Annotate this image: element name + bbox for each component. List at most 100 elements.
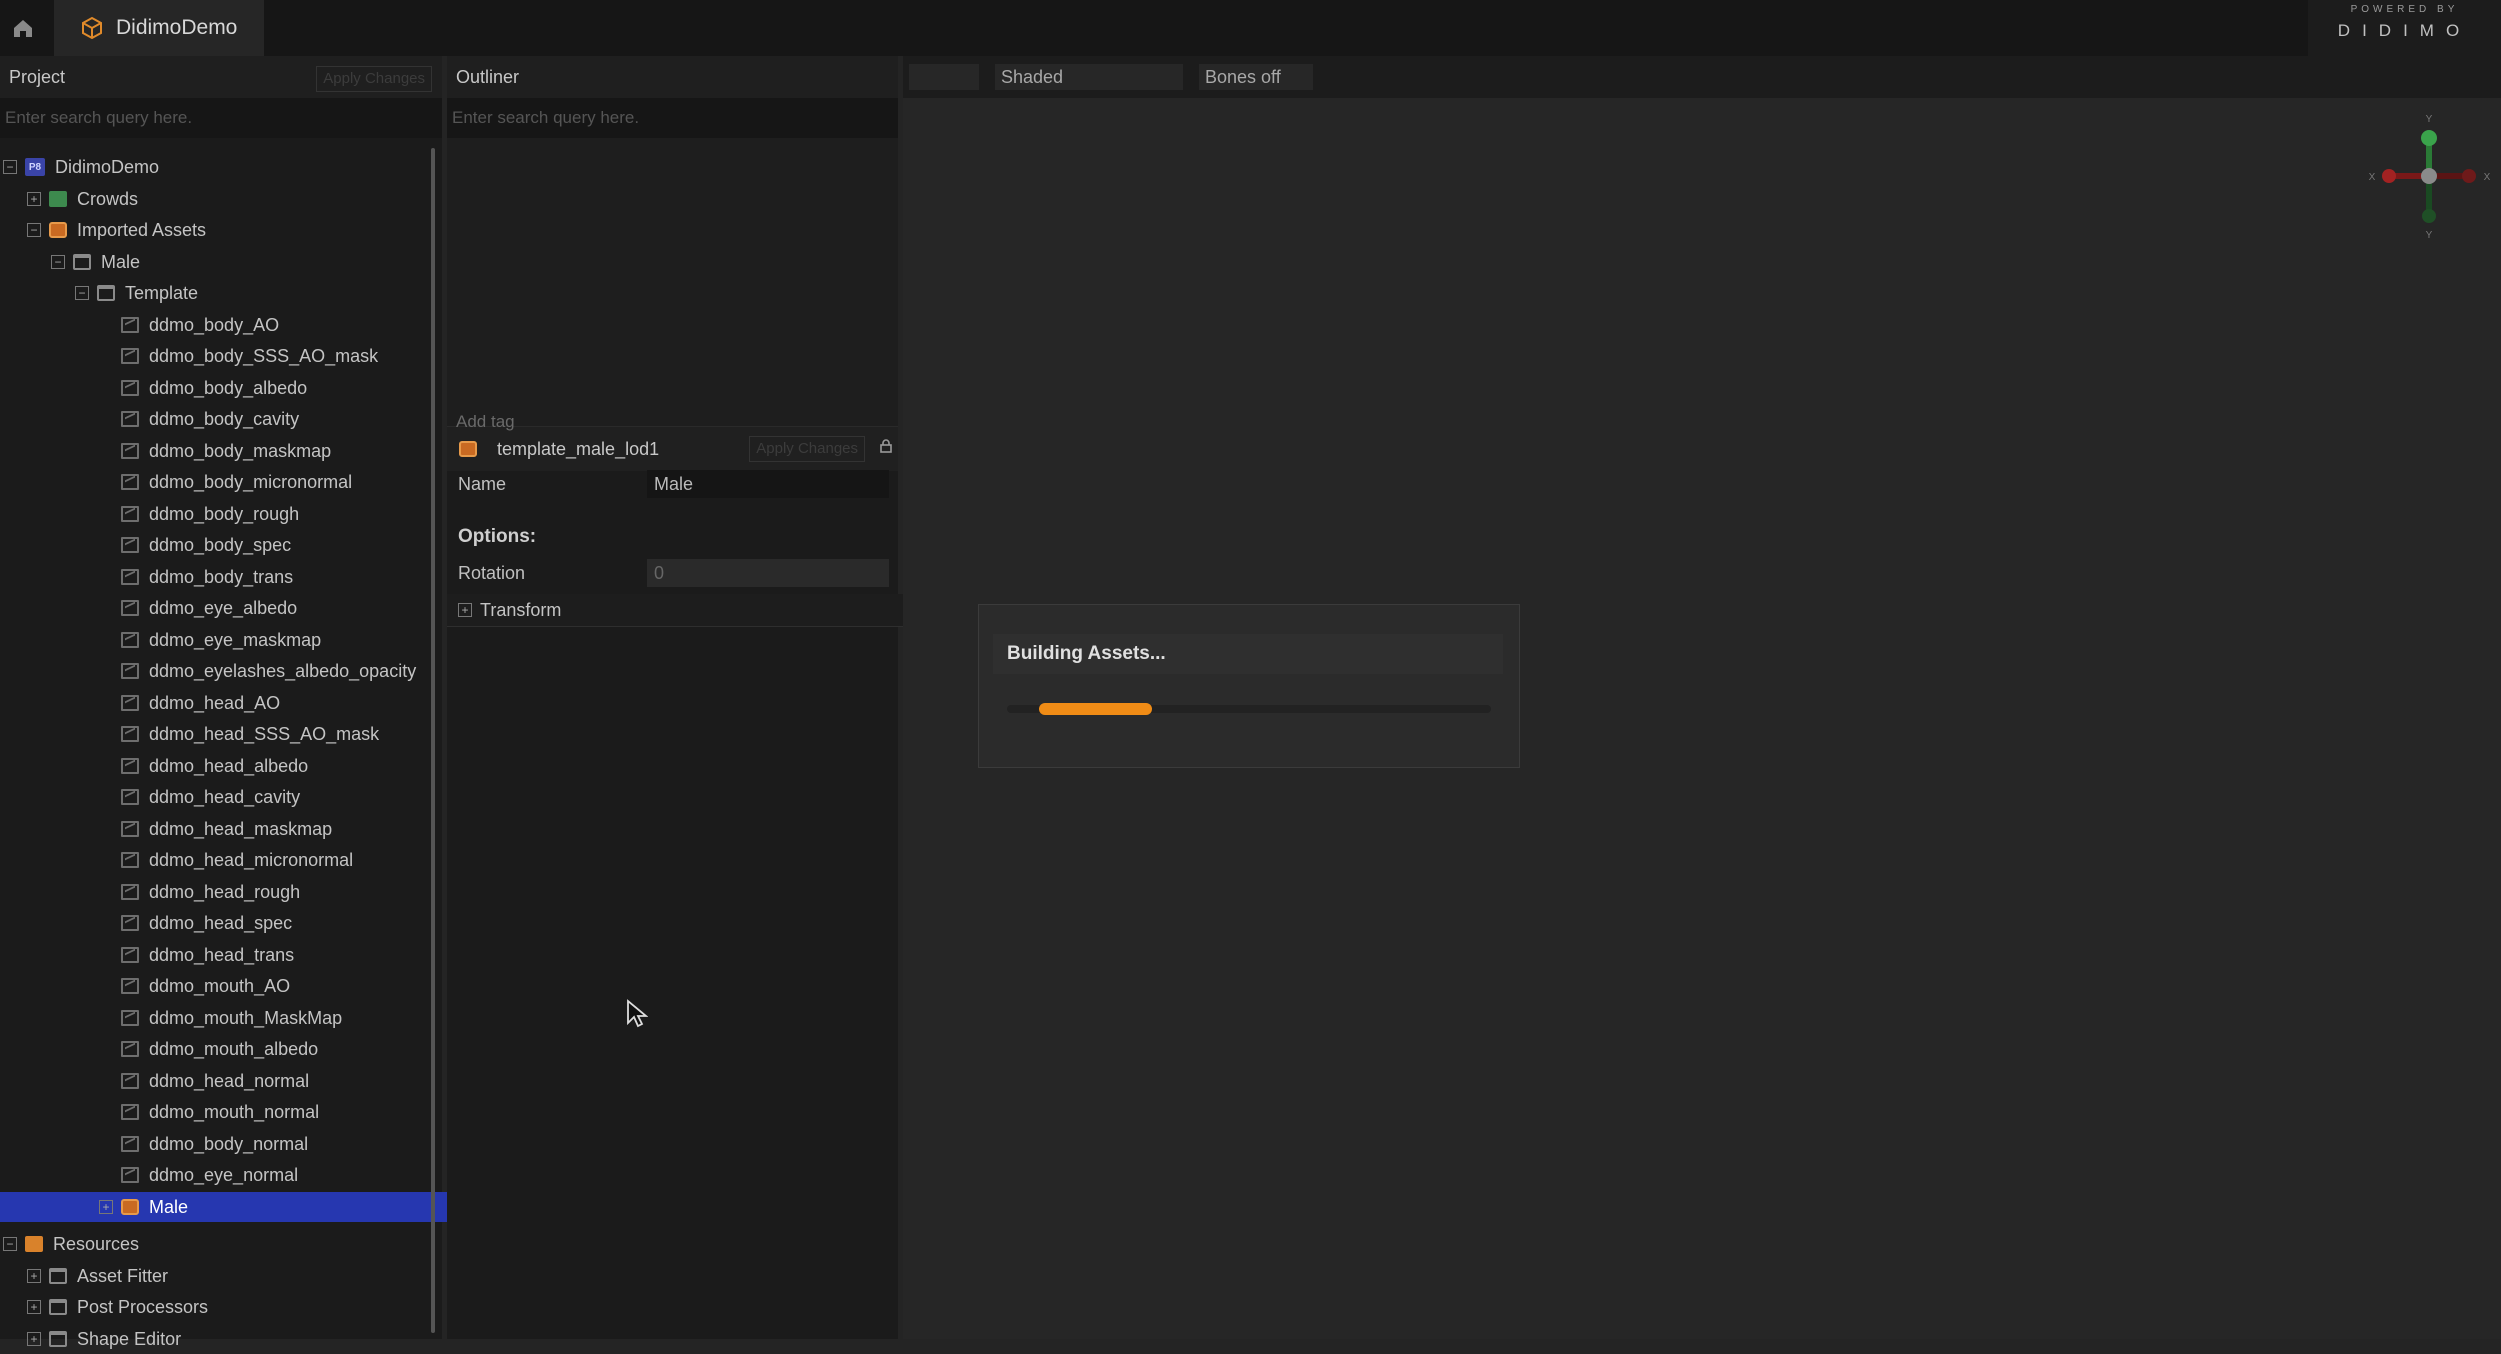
home-button[interactable] xyxy=(0,0,45,56)
texture-icon xyxy=(121,1104,139,1120)
texture-icon xyxy=(121,1167,139,1183)
texture-icon xyxy=(121,663,139,679)
collapse-icon[interactable]: − xyxy=(75,286,89,300)
tree-item-label: Male xyxy=(149,1196,189,1217)
folder-icon xyxy=(49,1299,67,1315)
texture-icon xyxy=(121,411,139,427)
apply-changes-button[interactable]: Apply Changes xyxy=(316,66,432,92)
shading-dropdown[interactable]: Shaded xyxy=(995,64,1183,90)
expand-icon[interactable]: + xyxy=(27,1300,41,1314)
collapse-icon[interactable]: − xyxy=(3,160,17,174)
project-header: Project Apply Changes xyxy=(0,56,442,98)
transform-section[interactable]: + Transform xyxy=(447,594,909,627)
project-scrollbar[interactable] xyxy=(431,148,435,1333)
tree-item-label: ddmo_head_micronormal xyxy=(149,849,354,870)
name-field[interactable] xyxy=(647,470,889,498)
texture-icon xyxy=(121,758,139,774)
name-label: Name xyxy=(458,474,507,494)
tree-item[interactable]: + Crowds xyxy=(0,184,459,214)
texture-icon xyxy=(121,1136,139,1152)
gizmo-y-label: Y xyxy=(2426,114,2433,125)
gizmo-neg-x-label: X xyxy=(2484,172,2491,183)
building-assets-dialog: Building Assets... xyxy=(978,604,1520,768)
tree-item-label: ddmo_head_maskmap xyxy=(149,818,333,839)
options-label: Options: xyxy=(458,526,537,547)
project-search-input[interactable] xyxy=(0,98,442,138)
viewport-mode-button[interactable] xyxy=(909,64,979,90)
tree-item[interactable]: + Male xyxy=(0,1192,524,1222)
tree-item-label: ddmo_head_trans xyxy=(149,944,295,965)
tree-item-label: ddmo_eye_normal xyxy=(149,1164,299,1185)
texture-icon xyxy=(121,317,139,333)
inspector-header: template_male_lod1 Apply Changes xyxy=(447,426,898,471)
tree-item-label: ddmo_eye_maskmap xyxy=(149,629,322,650)
tree-item[interactable]: + Shape Editor xyxy=(0,1324,459,1354)
asset-icon xyxy=(121,1199,139,1215)
texture-icon xyxy=(121,947,139,963)
logo-wordmark: DIDIMO xyxy=(2337,21,2472,40)
home-icon xyxy=(13,20,32,37)
project-title: Project xyxy=(9,66,66,87)
folder-icon xyxy=(25,1236,43,1252)
dialog-title: Building Assets... xyxy=(993,634,1503,674)
texture-icon xyxy=(121,915,139,931)
tree-item[interactable]: − Male xyxy=(0,247,483,277)
tree-item-label: ddmo_body_maskmap xyxy=(149,440,332,461)
gizmo-neg-y-label: Y xyxy=(2426,230,2433,241)
tree-item-label: ddmo_mouth_normal xyxy=(149,1101,320,1122)
expand-icon[interactable]: + xyxy=(99,1200,113,1214)
texture-icon xyxy=(121,380,139,396)
texture-icon xyxy=(121,1010,139,1026)
tree-item[interactable]: + Post Processors xyxy=(0,1292,459,1322)
texture-icon xyxy=(121,1073,139,1089)
tree-item-label: ddmo_mouth_AO xyxy=(149,975,291,996)
texture-icon xyxy=(121,600,139,616)
tree-item-label: ddmo_head_rough xyxy=(149,881,301,902)
bones-toggle[interactable]: Bones off xyxy=(1199,64,1313,90)
tree-item[interactable]: − Imported Assets xyxy=(0,215,459,245)
tree-item-label: ddmo_head_spec xyxy=(149,912,293,933)
asset-icon xyxy=(459,441,477,457)
powered-by-logo: POWERED BY DIDIMO xyxy=(2308,0,2501,56)
folder-icon xyxy=(97,285,115,301)
texture-icon xyxy=(121,632,139,648)
axis-gizmo[interactable]: Y X X Y xyxy=(2364,110,2494,245)
tree-item-label: ddmo_body_spec xyxy=(149,534,292,555)
expand-icon[interactable]: + xyxy=(27,1269,41,1283)
tree-item-label: Shape Editor xyxy=(77,1328,182,1349)
tree-item-label: ddmo_body_rough xyxy=(149,503,300,524)
expand-icon[interactable]: + xyxy=(27,1332,41,1346)
tree-item[interactable]: + Asset Fitter xyxy=(0,1261,459,1291)
expand-icon[interactable]: + xyxy=(27,192,41,206)
inspector-apply-button[interactable]: Apply Changes xyxy=(749,436,865,462)
texture-icon xyxy=(121,852,139,868)
texture-icon xyxy=(121,978,139,994)
tree-item[interactable]: − Resources xyxy=(0,1229,435,1259)
collapse-icon[interactable]: − xyxy=(3,1237,17,1251)
texture-icon xyxy=(121,821,139,837)
tree-item-label: ddmo_body_albedo xyxy=(149,377,308,398)
expand-icon[interactable]: + xyxy=(458,603,472,617)
collapse-icon[interactable]: − xyxy=(27,223,41,237)
tree-item-label: ddmo_eyelashes_albedo_opacity xyxy=(149,660,417,681)
outliner-title: Outliner xyxy=(456,66,520,87)
rotation-label: Rotation xyxy=(458,563,526,583)
mouse-cursor-icon xyxy=(627,999,648,1028)
tree-item[interactable]: − P8 DidimoDemo xyxy=(0,152,435,182)
tree-item-label: ddmo_body_trans xyxy=(149,566,294,587)
texture-icon xyxy=(121,1041,139,1057)
outliner-list xyxy=(447,138,898,426)
texture-icon xyxy=(121,506,139,522)
tree-item-label: Asset Fitter xyxy=(77,1265,169,1286)
rotation-field[interactable] xyxy=(647,559,889,587)
tree-item-label: ddmo_mouth_albedo xyxy=(149,1038,319,1059)
lock-icon[interactable] xyxy=(880,439,892,453)
tree-item-label: ddmo_head_AO xyxy=(149,692,281,713)
texture-icon xyxy=(121,695,139,711)
texture-icon xyxy=(121,884,139,900)
gizmo-x-label: X xyxy=(2369,172,2376,183)
add-tag-button[interactable]: Add tag xyxy=(456,412,515,432)
tab-project[interactable]: DidimoDemo xyxy=(54,0,264,56)
collapse-icon[interactable]: − xyxy=(51,255,65,269)
outliner-search-input[interactable] xyxy=(447,98,898,138)
